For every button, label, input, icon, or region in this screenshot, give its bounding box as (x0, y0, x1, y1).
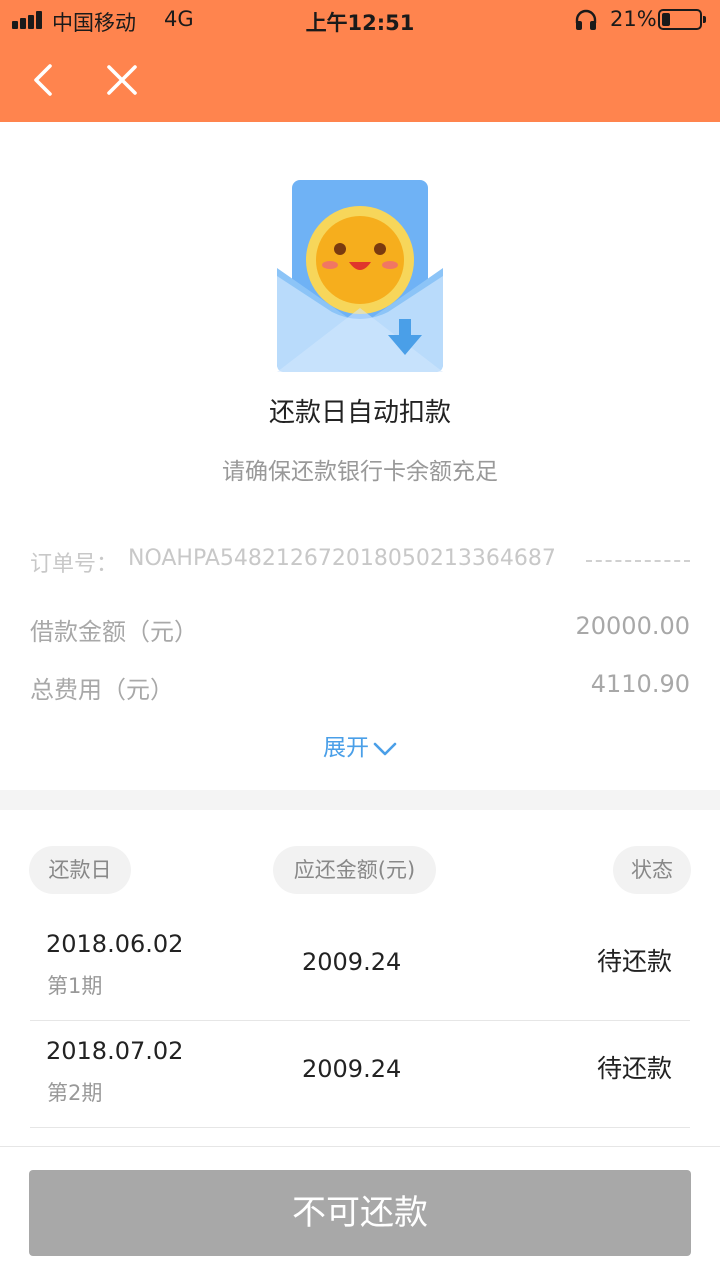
close-button[interactable] (100, 58, 144, 102)
table-row: 2018.07.02 第2期 2009.24 待还款 (30, 1021, 690, 1128)
section-divider (0, 790, 720, 810)
headphone-icon (575, 9, 597, 30)
footer-divider (0, 1146, 720, 1147)
header-due-amount: 应还金额(元) (273, 846, 436, 894)
row-date: 2018.07.02 (46, 1037, 184, 1065)
battery-icon (658, 9, 706, 30)
row-divider (30, 1127, 690, 1128)
row-amount: 2009.24 (302, 1055, 402, 1083)
order-number-value: NOAHPA548212672018050213364687 (128, 546, 556, 571)
total-fee-row: 总费用（元） 4110.90 (30, 670, 690, 704)
total-fee-label: 总费用（元） (30, 676, 174, 704)
chevron-left-icon (34, 64, 52, 96)
dashed-divider (586, 560, 690, 562)
row-status: 待还款 (596, 947, 672, 976)
row-period: 第1期 (47, 974, 103, 998)
loan-amount-label: 借款金额（元） (30, 618, 198, 646)
close-icon (107, 65, 137, 95)
page-subtitle: 请确保还款银行卡余额充足 (222, 459, 498, 485)
repay-button[interactable]: 不可还款 (29, 1170, 691, 1256)
header-repay-date: 还款日 (29, 846, 131, 894)
order-number-row: 订单号： NOAHPA548212672018050213364687 (30, 546, 690, 578)
table-row: 2018.06.02 第1期 2009.24 待还款 (30, 914, 690, 1021)
expand-button[interactable]: 展开 (0, 728, 720, 762)
header-status: 状态 (613, 846, 691, 894)
page-title: 还款日自动扣款 (268, 398, 451, 428)
status-bar: 中国移动 4G 上午12:51 21% (0, 0, 720, 40)
loan-detail-screen: 中国移动 4G 上午12:51 21% 还款日自动扣款 请确保还款银行卡余额充足… (0, 0, 720, 1280)
back-button[interactable] (22, 58, 66, 102)
loan-amount-value: 20000.00 (575, 612, 690, 640)
expand-label: 展开 (323, 735, 369, 761)
row-status: 待还款 (596, 1054, 672, 1083)
total-fee-value: 4110.90 (590, 670, 690, 698)
envelope-smiley-coin-illustration (277, 180, 443, 372)
row-date: 2018.06.02 (46, 930, 184, 958)
battery-percent: 21% (610, 7, 657, 31)
order-number-label: 订单号： (30, 552, 119, 577)
row-amount: 2009.24 (302, 948, 402, 976)
chevron-down-icon (373, 742, 397, 755)
loan-amount-row: 借款金额（元） 20000.00 (30, 612, 690, 646)
row-period: 第2期 (47, 1081, 103, 1105)
